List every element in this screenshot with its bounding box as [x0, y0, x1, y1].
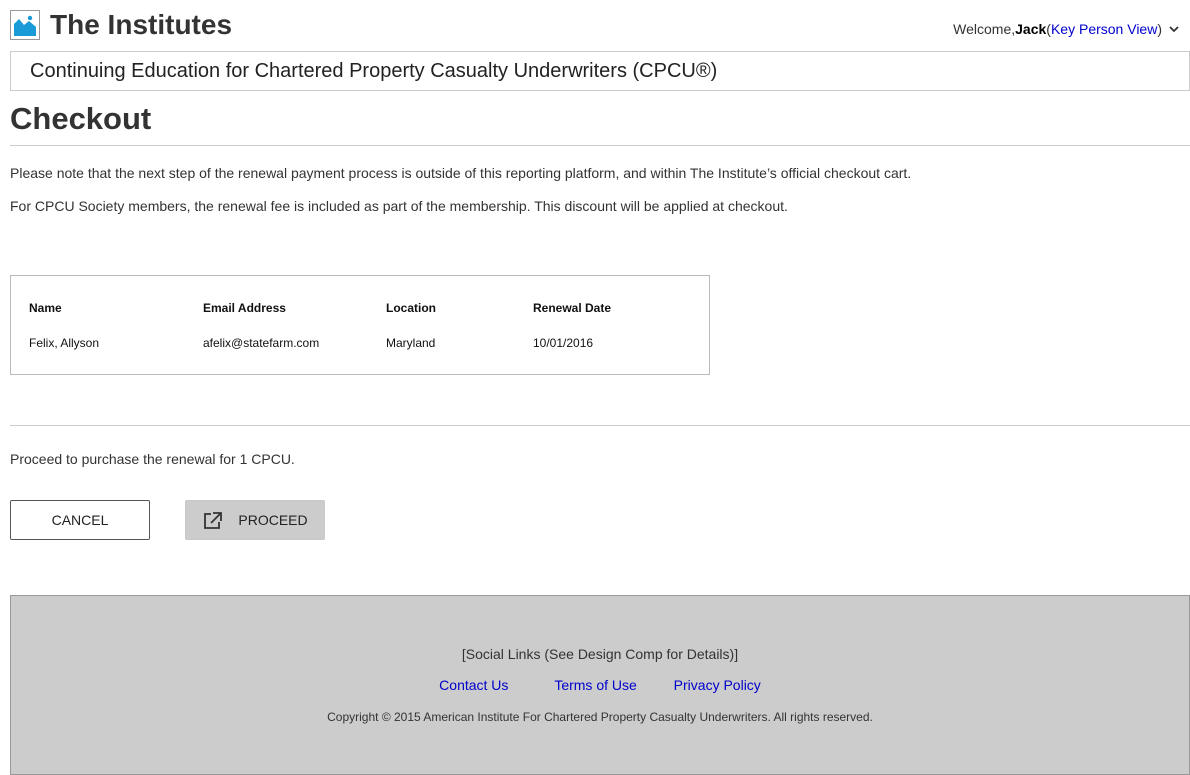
proceed-button[interactable]: PROCEED [185, 500, 325, 540]
brand-title: The Institutes [50, 9, 233, 40]
cell-location: Maryland [386, 336, 436, 350]
chevron-down-icon[interactable] [1168, 23, 1180, 35]
cell-renewal-date: 10/01/2016 [533, 336, 594, 350]
cell-email: afelix@statefarm.com [203, 336, 320, 350]
column-header-email: Email Address [203, 301, 286, 315]
column-header-name: Name [29, 301, 62, 315]
welcome-area: Welcome, Jack ( Key Person View ) [953, 20, 1180, 38]
cancel-button[interactable]: CANCEL [10, 500, 150, 540]
column-header-renewal-date: Renewal Date [533, 301, 612, 315]
cell-name: Felix, Allyson [29, 336, 100, 350]
proceed-label: PROCEED [238, 512, 308, 528]
program-title-bar: Continuing Education for Chartered Prope… [10, 51, 1190, 91]
divider [10, 145, 1190, 146]
welcome-prefix: Welcome, [953, 21, 1016, 37]
key-person-view-link[interactable]: Key Person View [1051, 20, 1157, 38]
page-title: Checkout [10, 101, 152, 136]
external-link-icon [202, 510, 224, 530]
contact-us-link[interactable]: Contact Us [439, 676, 508, 694]
footer: [Social Links (See Design Comp for Detai… [10, 595, 1190, 775]
copyright: Copyright © 2015 American Institute For … [327, 710, 873, 724]
privacy-policy-link[interactable]: Privacy Policy [674, 676, 761, 694]
cancel-label: CANCEL [51, 512, 109, 528]
footer-links: Contact Us Terms of Use Privacy Policy [11, 676, 1189, 694]
terms-of-use-link[interactable]: Terms of Use [554, 676, 636, 694]
user-name: Jack [1015, 21, 1047, 37]
paren-close: ) [1157, 21, 1162, 37]
membership-note: For CPCU Society members, the renewal fe… [10, 198, 788, 214]
logo-image-icon [10, 10, 40, 40]
social-links-placeholder: [Social Links (See Design Comp for Detai… [461, 646, 739, 662]
proceed-message: Proceed to purchase the renewal for 1 CP… [10, 451, 295, 467]
divider [10, 425, 1190, 426]
column-header-location: Location [386, 301, 436, 315]
checkout-note: Please note that the next step of the re… [10, 165, 912, 181]
renewal-table: Name Email Address Location Renewal Date… [10, 275, 710, 375]
